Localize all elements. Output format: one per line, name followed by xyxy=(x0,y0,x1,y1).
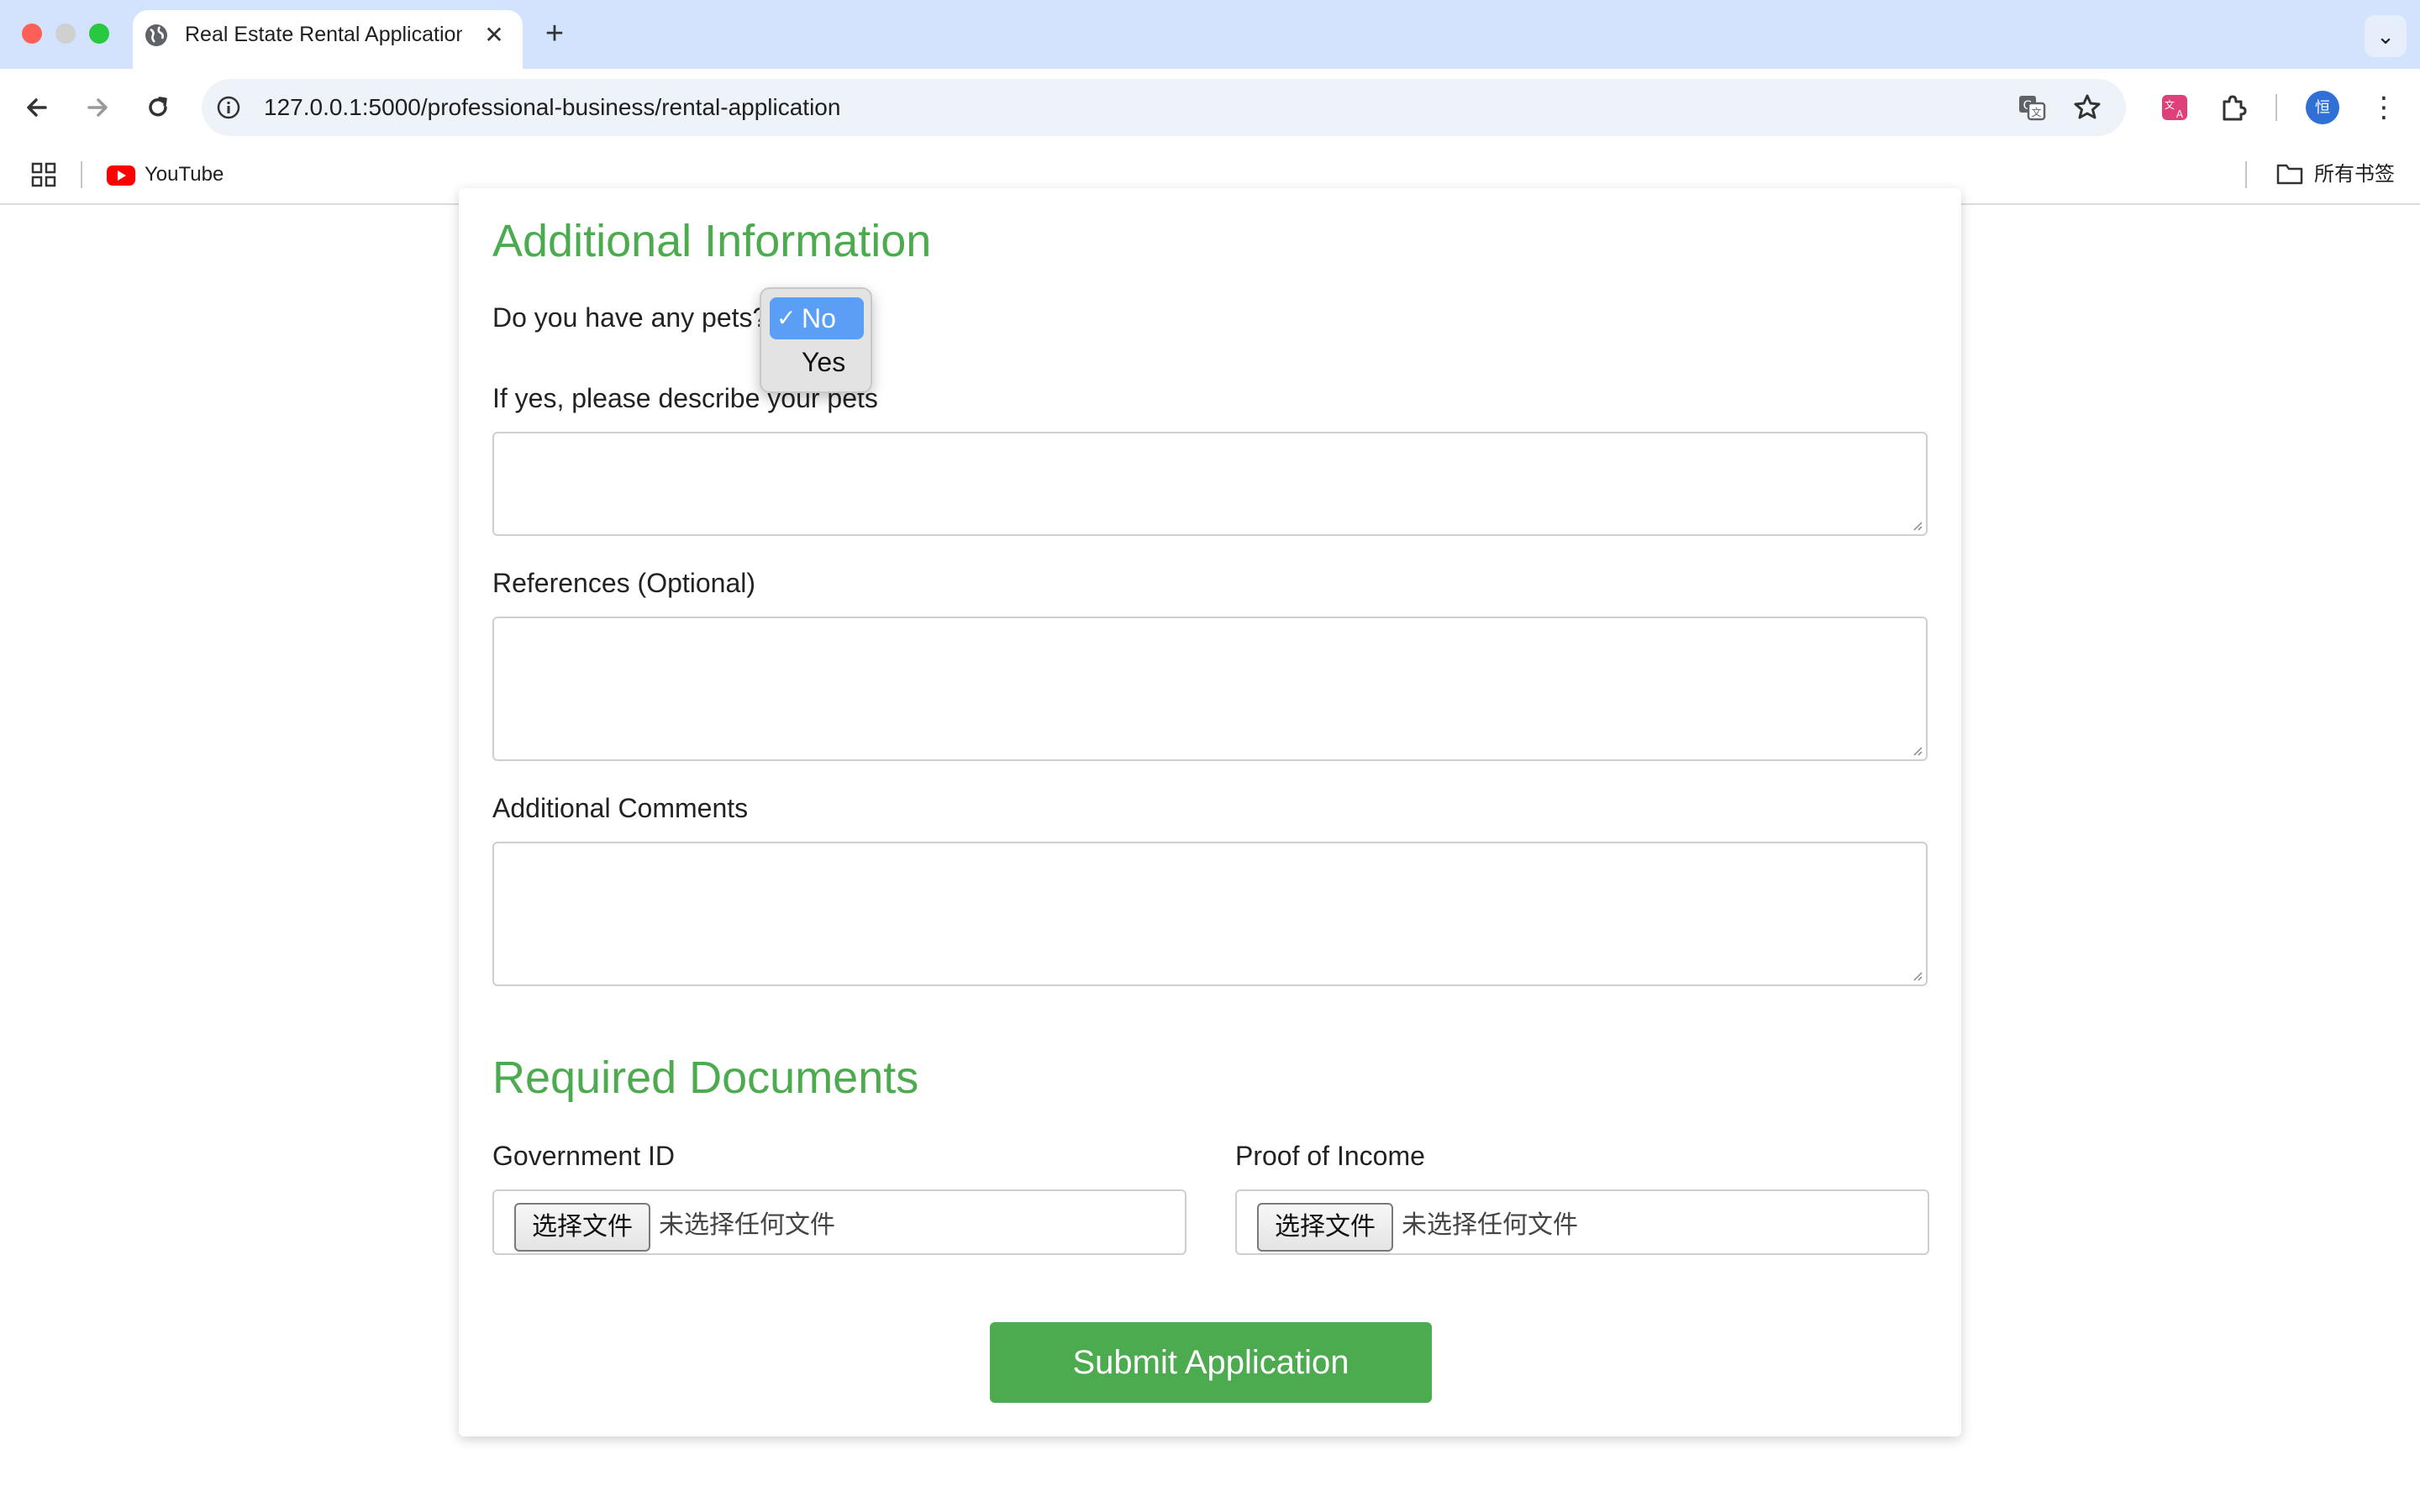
maximize-window-button[interactable] xyxy=(89,24,109,44)
pets-option-yes-label: Yes xyxy=(802,347,846,377)
pets-option-no[interactable]: ✓ No xyxy=(770,297,864,339)
page-content: Additional Information Do you have any p… xyxy=(0,188,2420,1512)
globe-icon xyxy=(145,24,167,46)
forward-icon[interactable] xyxy=(81,91,114,124)
government-id-label: Government ID xyxy=(492,1141,675,1171)
pets-select-dropdown[interactable]: ✓ No Yes xyxy=(760,287,872,393)
bookmark-star-icon[interactable] xyxy=(2070,91,2104,124)
required-documents-heading: Required Documents xyxy=(492,1053,919,1103)
translate-icon[interactable]: G 文 xyxy=(2015,91,2049,124)
svg-text:文: 文 xyxy=(2165,98,2175,111)
pets-option-yes[interactable]: Yes xyxy=(770,341,864,383)
tab-search-button[interactable]: ⌄ xyxy=(2365,15,2407,57)
profile-avatar[interactable]: 恒 xyxy=(2306,91,2339,124)
bookmarks-divider xyxy=(81,161,82,188)
extensions-puzzle-icon[interactable] xyxy=(2217,91,2250,124)
pets-description-textarea[interactable] xyxy=(492,432,1928,536)
minimize-window-button[interactable] xyxy=(55,24,76,44)
government-id-choose-file-button[interactable]: 选择文件 xyxy=(514,1203,650,1252)
site-info-icon[interactable] xyxy=(215,94,242,121)
svg-text:A: A xyxy=(2176,108,2184,120)
resize-grip-icon[interactable] xyxy=(1911,969,1923,981)
close-window-button[interactable] xyxy=(22,24,42,44)
url-text[interactable]: 127.0.0.1:5000/professional-business/ren… xyxy=(264,92,840,123)
youtube-icon xyxy=(107,165,135,186)
new-tab-button[interactable]: + xyxy=(541,17,568,50)
submit-application-button[interactable]: Submit Application xyxy=(990,1322,1432,1403)
resize-grip-icon[interactable] xyxy=(1911,519,1923,531)
bookmark-youtube[interactable]: YouTube xyxy=(145,161,224,188)
folder-icon xyxy=(2276,164,2303,185)
all-bookmarks-button[interactable]: 所有书签 xyxy=(2314,161,2395,188)
pets-option-no-label: No xyxy=(802,303,836,333)
bookmarks-right-divider xyxy=(2245,161,2247,188)
chrome-menu-icon[interactable]: ⋮ xyxy=(2370,89,2398,126)
resize-grip-icon[interactable] xyxy=(1911,744,1923,756)
additional-information-heading: Additional Information xyxy=(492,216,932,266)
translator-extension-icon[interactable]: 文 A xyxy=(2158,91,2191,124)
proof-of-income-file-status: 未选择任何文件 xyxy=(1402,1210,1578,1240)
back-icon[interactable] xyxy=(20,91,54,124)
references-label: References (Optional) xyxy=(492,568,756,598)
government-id-file-status: 未选择任何文件 xyxy=(659,1210,835,1240)
additional-comments-textarea[interactable] xyxy=(492,842,1928,986)
tab-title: Real Estate Rental Application xyxy=(185,23,462,46)
government-id-file-input[interactable]: 选择文件 未选择任何文件 xyxy=(492,1189,1186,1255)
tab-close-icon[interactable]: ✕ xyxy=(482,24,506,47)
references-textarea[interactable] xyxy=(492,617,1928,761)
reload-icon[interactable] xyxy=(141,91,175,124)
apps-grid-icon[interactable] xyxy=(30,161,57,188)
comments-label: Additional Comments xyxy=(492,793,749,823)
pets-label: Do you have any pets? xyxy=(492,302,768,333)
checkmark-icon: ✓ xyxy=(776,305,797,331)
proof-of-income-choose-file-button[interactable]: 选择文件 xyxy=(1257,1203,1393,1252)
proof-of-income-file-input[interactable]: 选择文件 未选择任何文件 xyxy=(1235,1189,1929,1255)
svg-text:文: 文 xyxy=(2031,106,2041,118)
proof-of-income-label: Proof of Income xyxy=(1235,1141,1425,1171)
toolbar-divider xyxy=(2275,94,2277,121)
